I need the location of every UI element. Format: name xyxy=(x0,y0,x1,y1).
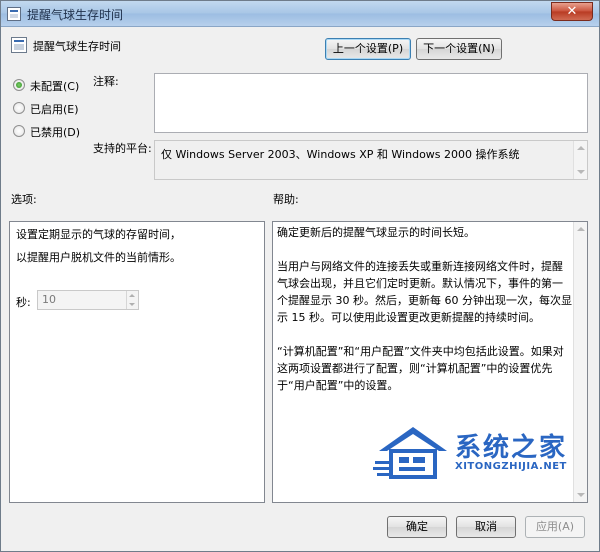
options-heading: 选项: xyxy=(11,193,37,206)
policy-setting-window: 提醒气球生存时间 ✕ 提醒气球生存时间 上一个设置(P) 下一个设置(N) 未配… xyxy=(0,0,600,552)
radio-label-not-configured: 未配置(C) xyxy=(30,80,80,93)
supported-platforms-label: 支持的平台: xyxy=(93,142,152,155)
watermark-brand: 系统之家 xyxy=(455,433,568,463)
policy-title: 提醒气球生存时间 xyxy=(33,40,121,53)
help-paragraph: “计算机配置”和“用户配置”文件夹中均包括此设置。如果对这两项设置都进行了配置，… xyxy=(277,345,564,392)
supported-platforms-value: 仅 Windows Server 2003、Windows XP 和 Windo… xyxy=(161,148,520,161)
options-description-line-2: 以提醒用户脱机文件的当前情形。 xyxy=(16,251,181,264)
radio-dot[interactable] xyxy=(13,79,25,91)
options-panel: 设置定期显示的气球的存留时间， 以提醒用户脱机文件的当前情形。 秒: xyxy=(9,221,265,503)
previous-setting-button[interactable]: 上一个设置(P) xyxy=(325,38,411,60)
apply-button[interactable]: 应用(A) xyxy=(525,516,585,538)
supported-platforms-field: 仅 Windows Server 2003、Windows XP 和 Windo… xyxy=(154,140,588,180)
scroll-down-arrow-icon[interactable] xyxy=(577,170,585,174)
window-title: 提醒气球生存时间 xyxy=(27,8,124,22)
radio-label-disabled: 已禁用(D) xyxy=(30,126,81,139)
scroll-up-arrow-icon[interactable] xyxy=(577,146,585,150)
seconds-spinner[interactable]: 10 xyxy=(37,290,139,310)
radio-dot[interactable] xyxy=(13,102,25,114)
next-setting-button[interactable]: 下一个设置(N) xyxy=(416,38,502,60)
spinner-down-icon[interactable] xyxy=(129,303,135,306)
help-text: 确定更新后的提醒气球显示的时间长短。 当用户与网络文件的连接丢失或重新连接网络文… xyxy=(277,224,573,411)
watermark-url: XITONGZHIJIA.NET xyxy=(455,461,567,472)
house-logo-icon xyxy=(373,427,447,479)
policy-app-icon xyxy=(7,7,21,21)
close-button[interactable]: ✕ xyxy=(551,2,593,21)
supported-scrollbar[interactable] xyxy=(573,141,587,179)
help-paragraph: 确定更新后的提醒气球显示的时间长短。 xyxy=(277,226,475,239)
seconds-label: 秒: xyxy=(16,296,31,309)
help-heading: 帮助: xyxy=(273,193,299,206)
scroll-up-arrow-icon[interactable] xyxy=(577,227,585,231)
spinner-up-icon[interactable] xyxy=(129,294,135,297)
policy-setting-icon xyxy=(11,37,27,53)
radio-label-enabled: 已启用(E) xyxy=(30,103,79,116)
seconds-value[interactable]: 10 xyxy=(42,293,56,306)
help-paragraph: 当用户与网络文件的连接丢失或重新连接网络文件时，提醒气球会出现，并且它们定时更新… xyxy=(277,260,572,324)
comment-label: 注释: xyxy=(93,75,119,88)
scroll-down-arrow-icon[interactable] xyxy=(577,493,585,497)
title-bar[interactable]: 提醒气球生存时间 ✕ xyxy=(1,1,599,27)
radio-dot[interactable] xyxy=(13,125,25,137)
watermark-logo: 系统之家 XITONGZHIJIA.NET xyxy=(373,421,579,485)
ok-button[interactable]: 确定 xyxy=(387,516,447,538)
spinner-arrows[interactable] xyxy=(126,291,138,309)
comment-textarea[interactable] xyxy=(154,73,588,133)
options-description-line-1: 设置定期显示的气球的存留时间， xyxy=(16,228,181,241)
cancel-button[interactable]: 取消 xyxy=(456,516,516,538)
